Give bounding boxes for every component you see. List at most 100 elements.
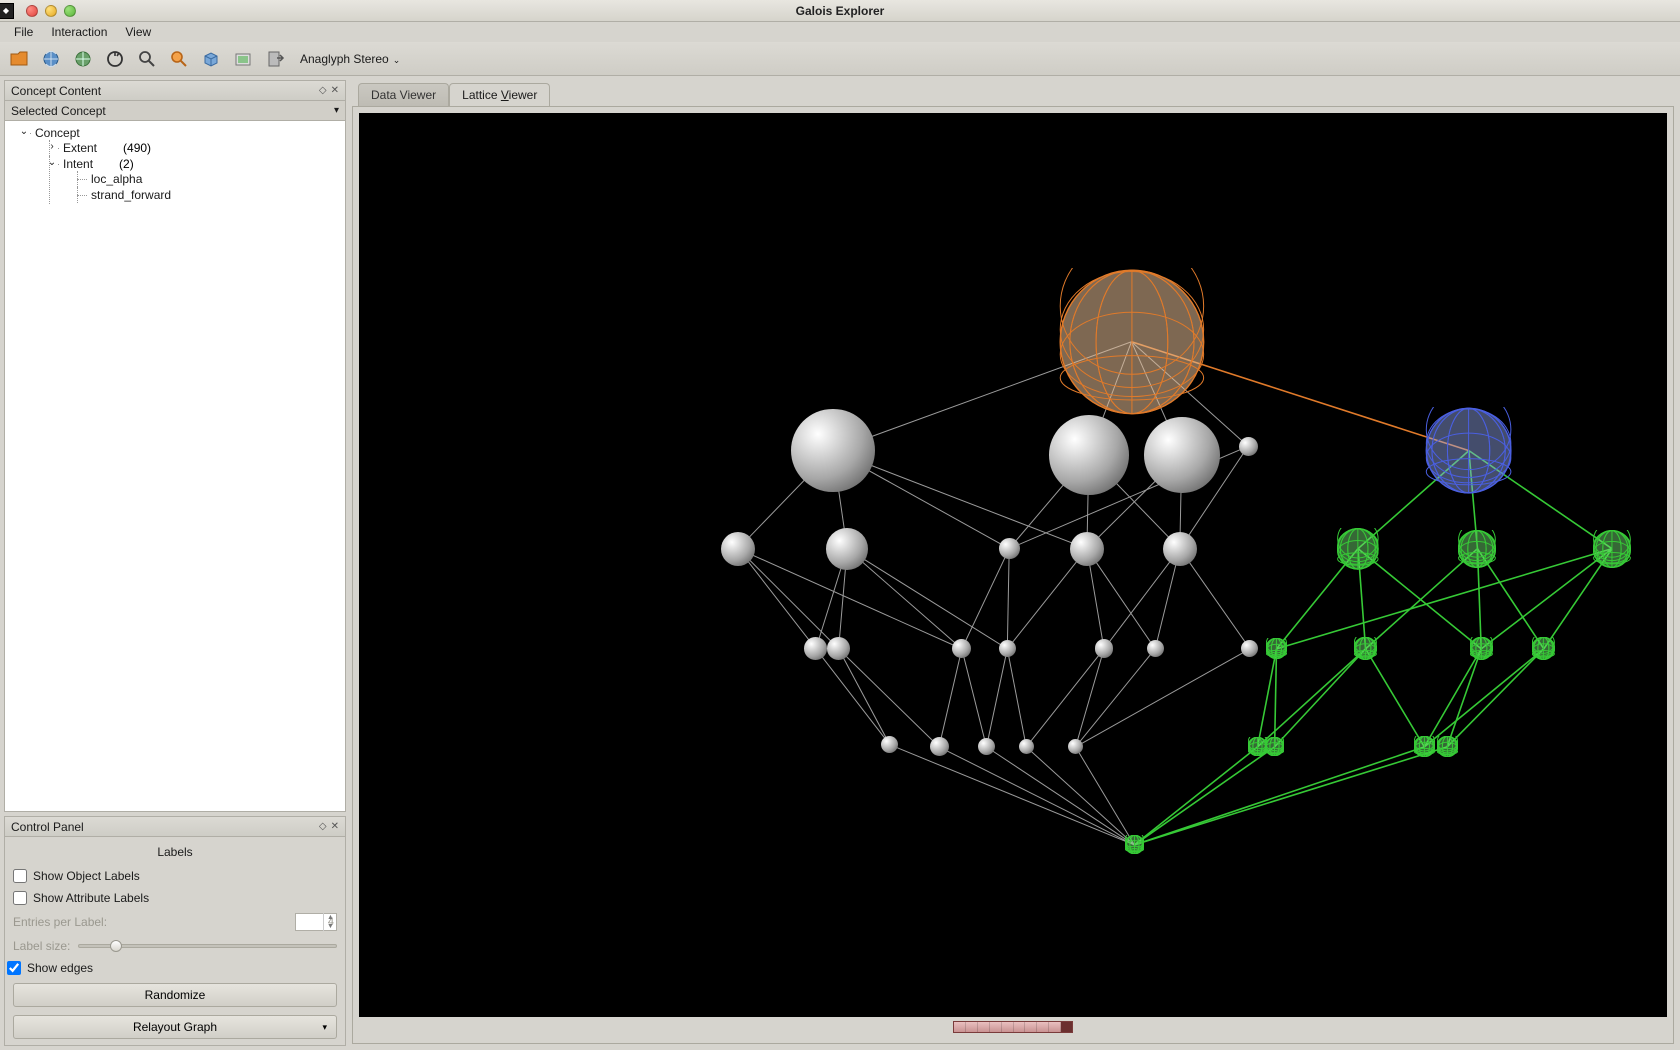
lattice-node-green-wire[interactable] [1266, 638, 1287, 659]
randomize-button[interactable]: Randomize [13, 983, 337, 1007]
lattice-node-green-wire[interactable] [1125, 835, 1144, 854]
tree-leaf[interactable]: loc_alpha [77, 171, 343, 187]
lattice-node-green-wire[interactable] [1414, 736, 1435, 757]
toolbar-zoom-icon[interactable] [134, 46, 160, 72]
toolbar-globe-a-icon[interactable] [38, 46, 64, 72]
tree-toggle-icon[interactable]: ⌄ [47, 157, 57, 167]
labels-heading: Labels [13, 843, 337, 861]
control-panel-title: Control Panel [11, 820, 84, 834]
label-size-text: Label size: [13, 939, 70, 953]
lattice-node[interactable] [1070, 532, 1104, 566]
traffic-lights [18, 5, 76, 17]
lattice-node[interactable] [1144, 417, 1220, 493]
slider-track[interactable] [78, 944, 337, 948]
toolbar: Anaglyph Stereo ⌄ [0, 42, 1680, 76]
progress-bar [953, 1021, 1073, 1033]
viewer-statusbar [359, 1017, 1667, 1037]
slider-thumb[interactable] [110, 940, 122, 952]
tree-count: (2) [119, 157, 134, 171]
panel-close-icon[interactable]: ✕ [331, 85, 339, 96]
toolbar-snapshot-icon[interactable] [230, 46, 256, 72]
toolbar-reset-icon[interactable] [102, 46, 128, 72]
chevron-down-icon: ▾ [334, 105, 339, 116]
menu-interaction[interactable]: Interaction [43, 23, 115, 41]
lattice-node[interactable] [1163, 532, 1197, 566]
lattice-node-green-wire[interactable] [1437, 736, 1458, 757]
tree-label: Intent [63, 157, 93, 171]
checkbox-show-attribute-labels[interactable]: Show Attribute Labels [13, 891, 337, 905]
tree-node-concept[interactable]: ⌄ Concept › Extent(490) ⌄ Intent (2) [21, 125, 343, 205]
toolbar-zoom-highlight-icon[interactable] [166, 46, 192, 72]
zoom-window-icon[interactable] [64, 5, 76, 17]
checkbox-show-object-labels[interactable]: Show Object Labels [13, 869, 337, 883]
tree-label: Extent [63, 141, 97, 155]
tree-node-extent[interactable]: › Extent(490) [49, 140, 343, 156]
menu-file[interactable]: File [6, 23, 41, 41]
checkbox-label: Show Attribute Labels [33, 891, 149, 905]
toolbar-cube-icon[interactable] [198, 46, 224, 72]
tree-label: Concept [35, 126, 80, 140]
tree-toggle-icon[interactable]: › [47, 141, 57, 151]
tab-label: Data Viewer [371, 88, 436, 102]
left-sidebar: Concept Content ◇ ✕ Selected Concept ▾ ⌄ … [0, 76, 350, 1050]
lattice-node-green-wire[interactable] [1593, 530, 1631, 568]
tree-node-intent[interactable]: ⌄ Intent (2) loc_alpha strand_forward [49, 156, 343, 204]
selected-concept-label: Selected Concept [11, 104, 106, 118]
checkbox-show-edges[interactable]: Show edges [7, 961, 337, 975]
lattice-node-green-wire[interactable] [1470, 637, 1493, 660]
selected-concept-dropdown[interactable]: Selected Concept ▾ [5, 101, 345, 121]
panel-detach-icon[interactable]: ◇ [319, 85, 327, 96]
lattice-viewport[interactable] [359, 113, 1667, 1017]
panel-detach-icon[interactable]: ◇ [319, 821, 327, 832]
lattice-node[interactable] [791, 409, 874, 492]
checkbox-input[interactable] [7, 961, 21, 975]
tab-data-viewer[interactable]: Data Viewer [358, 83, 449, 106]
entries-per-label-spinner[interactable]: 4 ▲▼ [295, 913, 337, 931]
checkbox-input[interactable] [13, 869, 27, 883]
entries-per-label-row: Entries per Label: 4 ▲▼ [13, 913, 337, 931]
panel-close-icon[interactable]: ✕ [331, 821, 339, 832]
lattice-node[interactable] [930, 737, 949, 756]
entries-per-label-text: Entries per Label: [13, 915, 107, 929]
app-icon: ◆ [0, 3, 14, 19]
lattice-node-orange-wire[interactable] [1058, 268, 1206, 416]
window-titlebar: ◆ Galois Explorer [0, 0, 1680, 22]
lattice-node[interactable] [1049, 415, 1129, 495]
lattice-node[interactable] [999, 538, 1020, 559]
tree-label: strand_forward [91, 188, 171, 202]
lattice-node-green-wire[interactable] [1458, 530, 1496, 568]
spinner-up-icon[interactable]: ▲ [324, 913, 337, 922]
button-label: Relayout Graph [133, 1020, 217, 1034]
lattice-node-green-wire[interactable] [1337, 528, 1379, 570]
lattice-node[interactable] [1147, 640, 1164, 657]
lattice-node-blue-wire[interactable] [1425, 407, 1512, 494]
lattice-node[interactable] [1239, 437, 1258, 456]
spinner-down-icon[interactable]: ▼ [324, 922, 337, 931]
panel-control: Control Panel ◇ ✕ Labels Show Object Labe… [4, 816, 346, 1046]
lattice-node-green-wire[interactable] [1265, 737, 1284, 756]
concept-tree[interactable]: ⌄ Concept › Extent(490) ⌄ Intent (2) [5, 121, 345, 811]
label-size-slider[interactable]: Label size: [13, 939, 337, 953]
close-window-icon[interactable] [26, 5, 38, 17]
toolbar-export-icon[interactable] [262, 46, 288, 72]
concept-content-title: Concept Content [11, 84, 101, 98]
tree-toggle-icon[interactable]: ⌄ [19, 126, 29, 136]
menubar: File Interaction View [0, 22, 1680, 42]
lattice-node-green-wire[interactable] [1354, 637, 1377, 660]
lattice-node-green-wire[interactable] [1532, 637, 1555, 660]
checkbox-label: Show Object Labels [33, 869, 140, 883]
lattice-node[interactable] [826, 528, 868, 570]
toolbar-stereo-dropdown[interactable]: Anaglyph Stereo ⌄ [294, 49, 406, 69]
toolbar-open-icon[interactable] [6, 46, 32, 72]
chevron-down-icon: ▾ [322, 1022, 327, 1033]
tree-leaf[interactable]: strand_forward [77, 187, 343, 203]
checkbox-input[interactable] [13, 891, 27, 905]
toolbar-globe-b-icon[interactable] [70, 46, 96, 72]
lattice-node[interactable] [827, 637, 850, 660]
lattice-node[interactable] [721, 532, 755, 566]
relayout-graph-button[interactable]: Relayout Graph ▾ [13, 1015, 337, 1039]
tab-lattice-viewer[interactable]: Lattice Viewer [449, 83, 550, 106]
minimize-window-icon[interactable] [45, 5, 57, 17]
menu-view[interactable]: View [117, 23, 159, 41]
right-area: Data Viewer Lattice Viewer [350, 76, 1680, 1050]
